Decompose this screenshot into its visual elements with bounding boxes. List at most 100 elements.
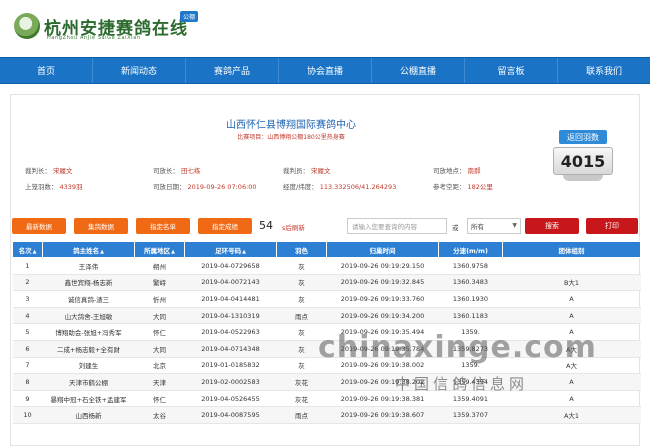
- table-cell: 天津市鹤公棚: [42, 373, 135, 391]
- chevron-down-icon: ▼: [512, 222, 517, 229]
- table-cell: 大同: [134, 307, 185, 325]
- col-color: 羽色: [276, 241, 327, 258]
- table-cell: 大同: [134, 340, 185, 358]
- table-cell: 太谷: [134, 406, 185, 424]
- sort-icon: ▲: [242, 248, 246, 255]
- table-cell: 2: [12, 274, 43, 292]
- table-cell: 2019-04-0087595: [184, 406, 277, 424]
- sort-icon: ▲: [100, 248, 104, 255]
- table-header-row: 名次▲ 鸽主姓名▲ 所属地区▲ 足环号码▲ 羽色 归巢时间 分速(m/m) 团体…: [12, 241, 641, 258]
- latest-data-button[interactable]: 最新数据: [12, 218, 66, 234]
- table-cell: 4: [12, 307, 43, 325]
- specified-results-button[interactable]: 指定成绩: [198, 218, 252, 234]
- table-cell: 2019-01-0185832: [184, 357, 277, 375]
- site-header: 杭州安捷赛鸽在线 HangZhou AnJie SaiGe ZaiXian 公棚: [0, 0, 650, 55]
- site-subtitle: HangZhou AnJie SaiGe ZaiXian: [47, 35, 141, 41]
- table-cell: 灰: [276, 290, 327, 308]
- search-button[interactable]: 搜索: [525, 218, 579, 234]
- race-info-row-2: 上笼羽数： 4339羽 司放日期： 2019-09-26 07:06:00 经度/纬…: [25, 181, 561, 191]
- table-cell: 博翔助会-张旭+冯秀军: [42, 323, 135, 341]
- table-cell: 5: [12, 323, 43, 341]
- table-cell: 2019-09-26 09:19:38.607: [326, 406, 439, 424]
- table-cell: 二成+杨志毅+全有财: [42, 340, 135, 358]
- nav-guestbook[interactable]: 留言板: [465, 58, 558, 83]
- table-cell: 9: [12, 390, 43, 408]
- nav-contact[interactable]: 联系我们: [558, 58, 650, 83]
- table-cell: 暴翔中冠+石全铁+孟建军: [42, 390, 135, 408]
- print-button[interactable]: 打印: [586, 218, 638, 234]
- table-cell: 灰花: [276, 373, 327, 391]
- col-speed: 分速(m/m): [438, 241, 503, 258]
- refresh-countdown-label: s后刷新: [282, 224, 305, 232]
- col-ring[interactable]: 足环号码▲: [184, 241, 277, 258]
- table-cell: 诚信真鸽-渣三: [42, 290, 135, 308]
- watermark-cn: 中国信鸽信息网: [395, 375, 529, 393]
- info-release-date: 司放日期： 2019-09-26 07:06:00: [153, 183, 257, 191]
- table-cell: 1360.1183: [438, 307, 503, 325]
- return-box-shadow: [563, 175, 603, 181]
- col-rank[interactable]: 名次▲: [12, 241, 43, 258]
- table-cell: 2019-04-0526455: [184, 390, 277, 408]
- nav-association-live[interactable]: 协会直播: [279, 58, 372, 83]
- table-cell: 繁峙: [134, 274, 185, 292]
- table-cell: 1359.3707: [438, 406, 503, 424]
- info-release-chief: 司放长： 田七练: [153, 167, 201, 175]
- table-cell: 3: [12, 290, 43, 308]
- table-cell: 2019-02-0002583: [184, 373, 277, 391]
- table-cell: 北京: [134, 357, 185, 375]
- col-owner[interactable]: 鸽主姓名▲: [42, 241, 135, 258]
- table-cell: 灰花: [276, 390, 327, 408]
- table-cell: 7: [12, 357, 43, 375]
- table-cell: B大1: [502, 274, 641, 292]
- main-nav: 首页 新闻动态 赛鸽产品 协会直播 公棚直播 留言板 联系我们: [0, 57, 650, 84]
- group-select[interactable]: 所有 ▼: [467, 218, 521, 234]
- table-cell: 怀仁: [134, 323, 185, 341]
- search-input[interactable]: 请输入您要查询的内容: [347, 218, 447, 234]
- table-row: 10 山西杨新 太谷 2019-04-0087595 雨点 2019-09-26 09:1…: [12, 406, 641, 424]
- table-cell: 2019-09-26 09:19:29.150: [326, 257, 439, 275]
- table-cell: 1: [12, 257, 43, 275]
- col-region[interactable]: 所属地区▲: [134, 241, 185, 258]
- sort-icon: ▲: [32, 248, 37, 255]
- table-cell: 10: [12, 406, 43, 424]
- return-count-box: 返回羽数 4015: [551, 122, 615, 186]
- col-group: 团体组别: [502, 241, 641, 258]
- table-cell: 1360.1930: [438, 290, 503, 308]
- race-info-row-1: 裁判长： 宋履文 司放长： 田七练 裁判员： 宋履文 司放地点： 南郝: [25, 165, 561, 175]
- table-cell: 山大鸽舍-王旭敏: [42, 307, 135, 325]
- table-cell: 2019-09-26 09:19:32.845: [326, 274, 439, 292]
- table-cell: 天津: [134, 373, 185, 391]
- nav-products[interactable]: 赛鸽产品: [186, 58, 279, 83]
- table-cell: 2019-04-0522963: [184, 323, 277, 341]
- table-cell: 1360.9758: [438, 257, 503, 275]
- nav-news[interactable]: 新闻动态: [93, 58, 186, 83]
- table-cell: [502, 257, 641, 275]
- table-cell: 雨点: [276, 406, 327, 424]
- table-cell: 2019-09-26 09:19:34.200: [326, 307, 439, 325]
- table-cell: 忻州: [134, 290, 185, 308]
- info-reference-distance: 参考空距： 182公里: [433, 183, 493, 191]
- info-coordinates: 经度/纬度： 113.332506/41.264293: [283, 183, 397, 191]
- race-panel: 山西怀仁县博翔国际赛鸽中心 比赛项目：山西博翔公棚180公里热身赛 裁判长： 宋履…: [10, 94, 641, 446]
- specified-list-button[interactable]: 指定名单: [136, 218, 190, 234]
- table-cell: A大1: [502, 406, 641, 424]
- table-row: 9 暴翔中冠+石全铁+孟建军 怀仁 2019-04-0526455 灰花 2019-09-…: [12, 390, 641, 408]
- collection-data-button[interactable]: 集鸽数据: [74, 218, 128, 234]
- search-or-label: 或: [452, 224, 459, 232]
- watermark-en: chinaxinge.com: [318, 330, 597, 365]
- table-row: 3 诚信真鸽-渣三 忻州 2019-04-0414481 灰 2019-09-26 09:…: [12, 290, 641, 308]
- pigeon-logo-icon[interactable]: [14, 13, 40, 39]
- table-cell: 2019-04-1310319: [184, 307, 277, 325]
- table-cell: A: [502, 290, 641, 308]
- table-cell: 灰: [276, 274, 327, 292]
- table-cell: 2019-04-0072143: [184, 274, 277, 292]
- race-subtitle: 比赛项目：山西博翔公棚180公里热身赛: [237, 134, 345, 141]
- table-cell: 刘建生: [42, 357, 135, 375]
- table-cell: 1360.3483: [438, 274, 503, 292]
- nav-home[interactable]: 首页: [0, 58, 93, 83]
- result-toolbar: 最新数据 集鸽数据 指定名单 指定成绩 54 s后刷新 请输入您要查询的内容 或…: [12, 218, 640, 236]
- nav-loft-live[interactable]: 公棚直播: [372, 58, 465, 83]
- table-cell: 6: [12, 340, 43, 358]
- return-count-label[interactable]: 返回羽数: [559, 130, 607, 144]
- table-cell: 雨点: [276, 307, 327, 325]
